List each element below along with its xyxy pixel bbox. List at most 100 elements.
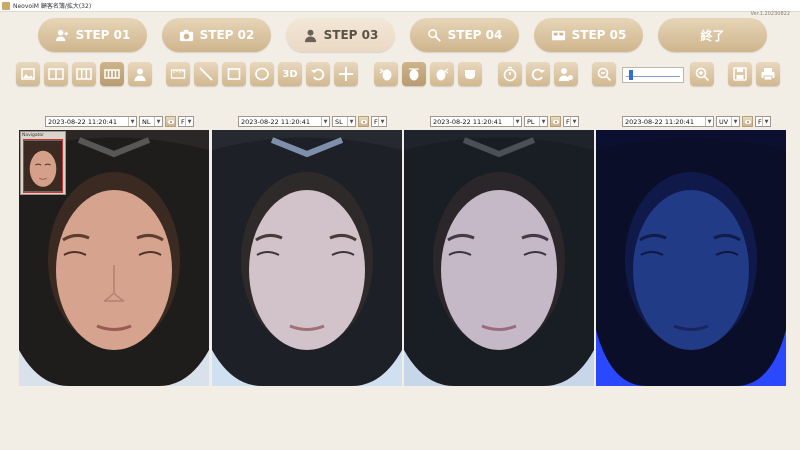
panel-controls: 2023-08-22 11:20:41 ▼ NL ▼ F ▼ bbox=[45, 116, 194, 127]
timestamp-select[interactable]: 2023-08-22 11:20:41 ▼ bbox=[45, 116, 137, 127]
facing-select[interactable]: F ▼ bbox=[755, 116, 771, 127]
camera-icon bbox=[179, 29, 193, 41]
visibility-toggle[interactable] bbox=[358, 116, 369, 127]
timestamp-select[interactable]: 2023-08-22 11:20:41 ▼ bbox=[430, 116, 522, 127]
four-split-button[interactable] bbox=[100, 62, 124, 86]
face-image bbox=[596, 130, 786, 386]
facing-select[interactable]: F ▼ bbox=[563, 116, 579, 127]
ellipse-tool-button[interactable] bbox=[250, 62, 274, 86]
timer-icon bbox=[503, 66, 517, 82]
crosshair-button[interactable] bbox=[334, 62, 358, 86]
user-settings-button[interactable] bbox=[554, 62, 578, 86]
face-photo-pl[interactable] bbox=[404, 130, 594, 386]
step-04-label: STEP 04 bbox=[447, 28, 503, 42]
face-view-button[interactable] bbox=[128, 62, 152, 86]
report-icon bbox=[551, 30, 565, 40]
eye-icon bbox=[744, 119, 751, 124]
light-mode-select[interactable]: UV ▼ bbox=[716, 116, 740, 127]
version-label: Ver.1.20230822 bbox=[750, 11, 790, 17]
print-button[interactable] bbox=[756, 62, 780, 86]
face-front-icon bbox=[409, 68, 419, 81]
redo-button[interactable] bbox=[526, 62, 550, 86]
rectangle-tool-button[interactable] bbox=[222, 62, 246, 86]
timestamp-value: 2023-08-22 11:20:41 bbox=[48, 117, 118, 126]
chevron-down-icon: ▼ bbox=[705, 117, 713, 126]
step-04-button[interactable]: STEP 04 bbox=[410, 18, 519, 52]
chevron-down-icon: ▼ bbox=[762, 117, 770, 126]
chevron-down-icon: ▼ bbox=[539, 117, 547, 126]
rectangle-tool-icon bbox=[227, 68, 241, 80]
face-photo-sl[interactable] bbox=[212, 130, 402, 386]
face-icon bbox=[134, 68, 146, 81]
photo-panel-sl: 2023-08-22 11:20:41 ▼ SL ▼ F ▼ bbox=[212, 116, 402, 386]
step-05-button[interactable]: STEP 05 bbox=[534, 18, 643, 52]
chevron-down-icon: ▼ bbox=[378, 117, 386, 126]
timestamp-select[interactable]: 2023-08-22 11:20:41 ▼ bbox=[622, 116, 714, 127]
undo-icon bbox=[311, 68, 325, 81]
timestamp-select[interactable]: 2023-08-22 11:20:41 ▼ bbox=[238, 116, 330, 127]
photo-panel-pl: 2023-08-22 11:20:41 ▼ PL ▼ F ▼ bbox=[404, 116, 594, 386]
light-mode-value: SL bbox=[335, 117, 343, 126]
facing-select[interactable]: F ▼ bbox=[371, 116, 387, 127]
navigator-title: Navigator bbox=[22, 133, 45, 138]
undo-button[interactable] bbox=[306, 62, 330, 86]
visibility-toggle[interactable] bbox=[165, 116, 176, 127]
light-mode-value: PL bbox=[527, 117, 535, 126]
ruler-button[interactable] bbox=[166, 62, 190, 86]
two-split-icon bbox=[48, 68, 64, 80]
step-03-label: STEP 03 bbox=[323, 28, 379, 42]
step-03-button[interactable]: STEP 03 bbox=[286, 18, 395, 52]
step-navigation: STEP 01 STEP 02 STEP 03 STEP 04 STEP 05 … bbox=[38, 18, 767, 52]
zoom-out-button[interactable] bbox=[592, 62, 616, 86]
chin-view-button[interactable] bbox=[458, 62, 482, 86]
chin-icon bbox=[465, 70, 475, 79]
visibility-toggle[interactable] bbox=[550, 116, 561, 127]
window-title: NeovoiM 顧客名簿/拡大(32) bbox=[13, 3, 92, 10]
save-button[interactable] bbox=[728, 62, 752, 86]
panel-controls: 2023-08-22 11:20:41 ▼ PL ▼ F ▼ bbox=[430, 116, 579, 127]
save-icon bbox=[733, 67, 747, 81]
light-mode-select[interactable]: NL ▼ bbox=[139, 116, 163, 127]
zoom-slider-track bbox=[626, 76, 680, 77]
timestamp-value: 2023-08-22 11:20:41 bbox=[241, 117, 311, 126]
face-right-button[interactable] bbox=[430, 62, 454, 86]
crosshair-icon bbox=[339, 67, 353, 81]
face-front-button[interactable] bbox=[402, 62, 426, 86]
toolbar: 3D bbox=[0, 62, 800, 88]
line-tool-button[interactable] bbox=[194, 62, 218, 86]
eye-icon bbox=[167, 119, 174, 124]
visibility-toggle[interactable] bbox=[742, 116, 753, 127]
face-left-button[interactable] bbox=[374, 62, 398, 86]
zoom-in-button[interactable] bbox=[690, 62, 714, 86]
navigator-thumbnail[interactable] bbox=[23, 139, 63, 193]
zoom-in-icon bbox=[695, 67, 710, 82]
light-mode-select[interactable]: PL ▼ bbox=[524, 116, 548, 127]
face-photo-uv[interactable] bbox=[596, 130, 786, 386]
user-add-icon bbox=[55, 29, 68, 41]
window-titlebar: NeovoiM 顧客名簿/拡大(32) bbox=[0, 0, 800, 12]
timer-button[interactable] bbox=[498, 62, 522, 86]
facing-select[interactable]: F ▼ bbox=[178, 116, 194, 127]
light-mode-select[interactable]: SL ▼ bbox=[332, 116, 356, 127]
zoom-slider-thumb[interactable] bbox=[628, 70, 633, 80]
face-right-icon bbox=[436, 68, 449, 81]
3d-button[interactable]: 3D bbox=[278, 62, 302, 86]
face-left-icon bbox=[379, 68, 392, 81]
ruler-icon bbox=[170, 69, 186, 79]
panel-controls: 2023-08-22 11:20:41 ▼ SL ▼ F ▼ bbox=[238, 116, 387, 127]
analysis-icon bbox=[427, 28, 441, 42]
single-view-button[interactable] bbox=[16, 62, 40, 86]
step-01-button[interactable]: STEP 01 bbox=[38, 18, 147, 52]
chevron-down-icon: ▼ bbox=[570, 117, 578, 126]
step-05-label: STEP 05 bbox=[571, 28, 627, 42]
step-02-button[interactable]: STEP 02 bbox=[162, 18, 271, 52]
chevron-down-icon: ▼ bbox=[321, 117, 329, 126]
two-split-button[interactable] bbox=[44, 62, 68, 86]
eye-icon bbox=[360, 119, 367, 124]
zoom-slider[interactable] bbox=[622, 67, 684, 83]
three-split-button[interactable] bbox=[72, 62, 96, 86]
face-image bbox=[404, 130, 594, 386]
navigator-panel[interactable]: Navigator bbox=[20, 131, 66, 195]
four-split-icon bbox=[104, 69, 120, 79]
exit-button[interactable]: 終了 bbox=[658, 18, 767, 52]
